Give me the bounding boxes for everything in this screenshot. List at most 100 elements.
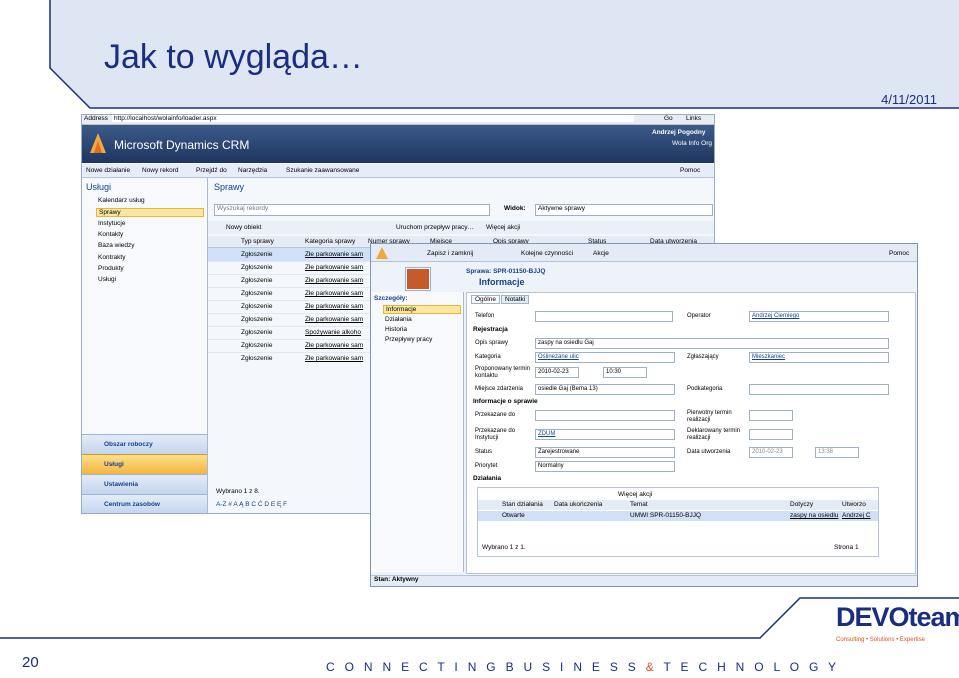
passed-inst-field[interactable]: ZDUM [535,429,675,440]
nav-item-knowledge-base[interactable]: Baza wiedzy [98,242,135,249]
phone-field[interactable] [535,311,673,322]
nav-bottom-workspace-label: Obszar roboczy [104,441,153,448]
phone-label: Telefon [475,313,495,319]
contact-date-field[interactable]: 2010-02-23 [535,367,579,378]
status-select[interactable]: Zarejestrowane [535,447,675,458]
nav-item-calendar[interactable]: Kalendarz usług [98,197,145,204]
created-date-field[interactable]: 2010-02-23 [749,447,793,458]
address-label: Address [84,115,108,122]
description-label: Opis sprawy [475,340,509,346]
devoteam-logo: DEVOteam [836,602,959,632]
act-state: Otwarte [502,512,525,519]
more-actions-button[interactable]: Więcej akcji [486,224,520,231]
nav-item-services[interactable]: Usługi [98,276,116,283]
view-select[interactable]: Aktywne sprawy [535,204,713,216]
cell-type: Zgłoszenie [241,329,273,336]
operator-field[interactable]: Andrzej Ciemiego [749,311,889,322]
details-item-workflows[interactable]: Przepływy pracy [385,336,432,343]
priority-select[interactable]: Normalny [535,461,675,472]
passed-to-field[interactable] [535,410,675,421]
details-item-activities[interactable]: Działania [385,316,412,323]
table-row[interactable]: Otwarte UMWI SPR-01150-BJJQ zaspy na osi… [478,511,878,521]
subcategory-label: Podkategoria [687,386,723,392]
subcategory-field[interactable] [749,384,889,395]
first-deadline-field[interactable] [749,410,793,421]
go-button[interactable]: Go [664,115,673,122]
col-case-category[interactable]: Kategoria sprawy [305,238,355,245]
tab-notes[interactable]: Notatki [501,295,530,304]
act-regarding: zaspy na osiedlu [790,512,839,519]
crm-logo-icon [375,246,389,260]
reporter-field[interactable]: Mieszkaniec [749,352,889,363]
nav-bottom-workspace[interactable]: Obszar roboczy [82,434,207,454]
links-label[interactable]: Links [686,115,701,122]
place-label: Miejsce zdarzenia [475,386,524,392]
first-deadline-label: Pierwotny termin realizacji [687,410,732,423]
activities-grid: Więcej akcji Stan działania Data ukończe… [477,487,879,557]
act-col-creator[interactable]: Utworzo [842,501,866,508]
status-label: Status [475,449,493,455]
next-activities-button[interactable]: Kolejne czynności [521,250,573,257]
address-url[interactable]: http://localhost/wolainfo/loader.aspx [112,115,634,122]
declared-deadline-label: Deklarowany termin realizacji [687,428,741,441]
status-bar: Stan: Aktywny [371,575,917,586]
help-button[interactable]: Pomoc [889,250,909,257]
declared-deadline-field[interactable] [749,429,793,440]
save-close-button[interactable]: Zapisz i zamknij [427,250,473,257]
search-input[interactable]: Wyszukaj rekordy [214,204,490,216]
registration-header: Rejestracja [473,326,508,333]
act-col-subject[interactable]: Temat [630,501,648,508]
crm-logo-icon [88,131,108,155]
nav-bottom-services[interactable]: Usługi [82,454,207,474]
nav-item-products[interactable]: Produkty [98,265,124,272]
nav-item-contracts[interactable]: Kontrakty [98,254,125,261]
nav-item-contacts[interactable]: Kontakty [98,231,123,238]
menu-bar: Nowe działanie Nowy rekord Przejdź do Na… [82,164,714,178]
menu-go-to[interactable]: Przejdź do [196,167,227,174]
cell-category: Spożywanie alkoho [305,329,362,336]
cell-type: Zgłoszenie [241,303,273,310]
nav-item-institutions[interactable]: Instytucje [98,220,125,227]
menu-new-record[interactable]: Nowy rekord [142,167,178,174]
contact-time-field[interactable]: 10:30 [603,367,647,378]
actions-menu[interactable]: Akcje [593,250,609,257]
act-col-state[interactable]: Stan działania [502,501,543,508]
details-item-history[interactable]: Historia [385,326,407,333]
nav-bottom-resource-center[interactable]: Centrum zasobów [82,494,207,513]
nav-bottom-resource-center-label: Centrum zasobów [104,501,160,508]
run-workflow-button[interactable]: Uruchom przepływ pracy… [396,224,474,231]
alphabet-filter[interactable]: A-Z # A Ą B C Ć D E Ę F [216,501,287,508]
cell-category: Złe parkowanie sam [305,355,364,362]
col-case-type[interactable]: Typ sprawy [241,238,274,245]
act-page-indicator: Strona 1 [834,544,859,551]
org-name: Wola Info Org [672,140,712,147]
act-col-completed[interactable]: Data ukończenia [554,501,602,508]
tab-general[interactable]: Ogólne [471,295,500,304]
selected-count: Wybrano 1 z 8. [216,488,260,495]
detail-toolbar: Zapisz i zamknij Kolejne czynności Akcje… [371,244,917,262]
menu-advanced-search[interactable]: Szukanie zaawansowane [286,167,359,174]
passed-inst-label: Przekazane do Instytucji [475,428,516,441]
tagline-ampersand: & [645,660,658,674]
details-item-info[interactable]: Informacje [383,305,461,314]
nav-item-cases[interactable]: Sprawy [96,208,204,217]
created-time-field[interactable]: 13:38 [815,447,859,458]
act-selected-count: Wybrano 1 z 1. [482,544,526,551]
crm-banner: Microsoft Dynamics CRM Andrzej Pogodny W… [82,125,714,163]
menu-tools[interactable]: Narzędzia [238,167,267,174]
act-col-regarding[interactable]: Dotyczy [790,501,813,508]
cell-type: Zgłoszenie [241,316,273,323]
detail-nav: Szczegóły: Informacje Działania Historia… [371,292,464,572]
menu-new-activity[interactable]: Nowe działanie [86,167,130,174]
menu-help[interactable]: Pomoc [680,167,700,174]
new-object-button[interactable]: Nowy obiekt [226,224,261,231]
nav-bottom-settings[interactable]: Ustawienia [82,474,207,494]
cell-category: Złe parkowanie sam [305,303,364,310]
activities-more-actions[interactable]: Więcej akcji [618,491,652,498]
form-panel: Ogólne Notatki Telefon Operator Andrzej … [466,292,916,574]
description-field[interactable]: zaspy na osiedlu Gaj [535,338,889,349]
category-field[interactable]: Oślinezane ulic [535,352,675,363]
act-subject: UMWI SPR-01150-BJJQ [630,512,702,519]
details-header: Szczegóły: [374,295,408,302]
place-field[interactable]: osiedle Gaj (Bema 13) [535,384,675,395]
